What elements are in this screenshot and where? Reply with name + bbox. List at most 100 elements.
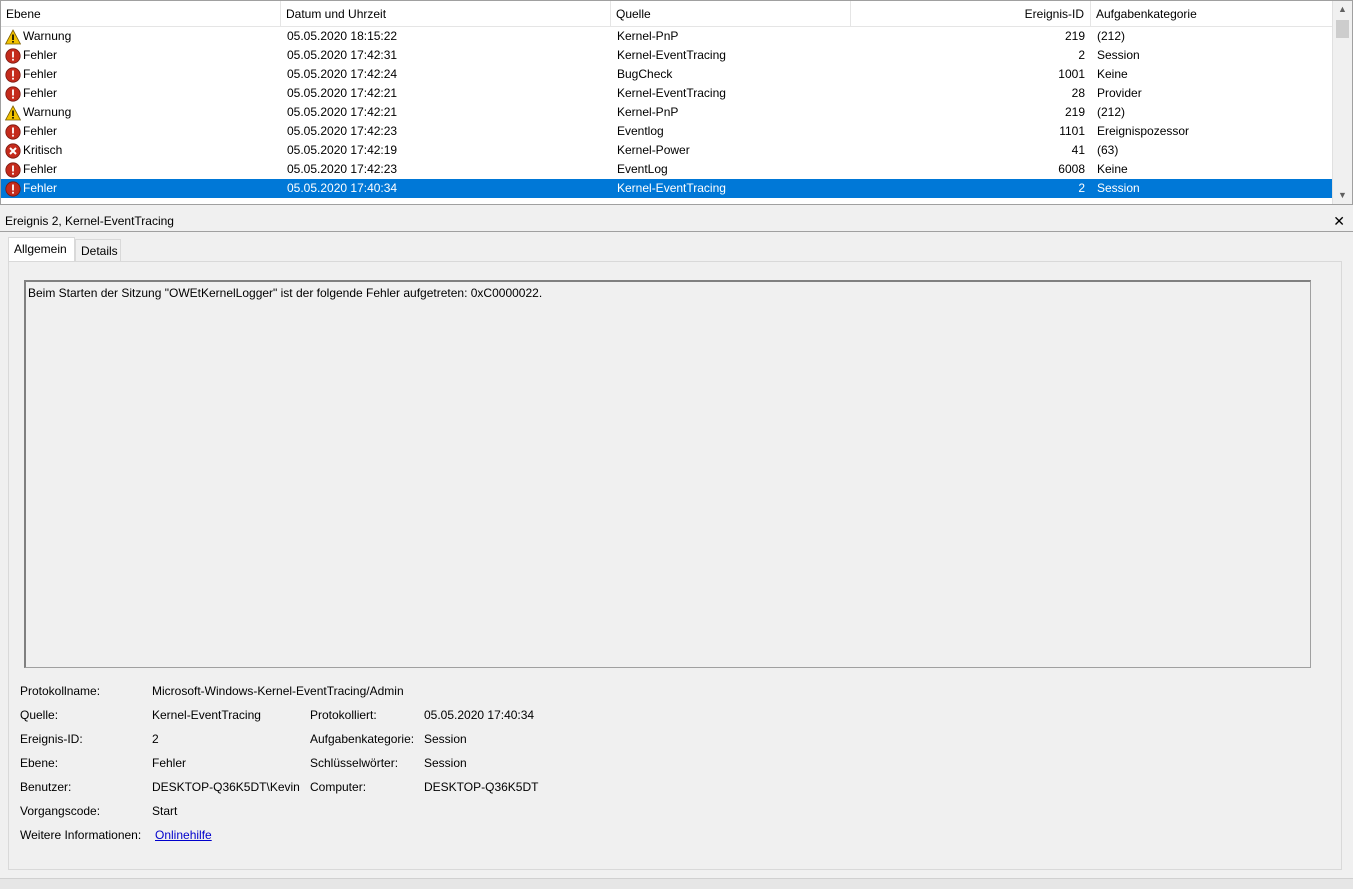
row-level: Fehler — [5, 84, 275, 103]
column-header-date[interactable]: Datum und Uhrzeit — [281, 1, 611, 27]
prop-label-more-info: Weitere Informationen: — [20, 828, 142, 842]
prop-label-keywords: Schlüsselwörter: — [310, 756, 399, 770]
row-level: Warnung — [5, 103, 275, 122]
row-date: 05.05.2020 17:42:31 — [287, 48, 398, 62]
row-category: (212) — [1097, 29, 1126, 43]
row-date: 05.05.2020 17:42:23 — [287, 124, 398, 138]
row-event-id: 28 — [1071, 86, 1085, 100]
list-header: Ebene Datum und Uhrzeit Quelle Ereignis-… — [1, 1, 1334, 27]
row-level-text: Fehler — [23, 162, 58, 176]
row-level-text: Kritisch — [23, 143, 63, 157]
row-category: Session — [1097, 48, 1140, 62]
row-level-text: Fehler — [23, 86, 58, 100]
column-header-category[interactable]: Aufgabenkategorie — [1091, 1, 1334, 27]
row-source: Kernel-EventTracing — [617, 86, 726, 100]
scroll-down-icon[interactable]: ▼ — [1333, 187, 1352, 204]
row-level: Fehler — [5, 65, 275, 84]
prop-source: Kernel-EventTracing — [152, 708, 261, 722]
table-row[interactable]: Fehler 05.05.2020 17:42:23 EventLog 6008 Kei… — [1, 160, 1332, 179]
error-icon — [5, 181, 21, 197]
prop-label-user: Benutzer: — [20, 780, 72, 794]
row-level-text: Warnung — [23, 105, 72, 119]
row-date: 05.05.2020 17:42:24 — [287, 67, 398, 81]
error-icon — [5, 162, 21, 178]
critical-icon — [5, 143, 21, 159]
table-row[interactable]: Fehler 05.05.2020 17:42:23 Eventlog 1101 Ere… — [1, 122, 1332, 141]
row-level-text: Fehler — [23, 124, 58, 138]
table-row[interactable]: Fehler 05.05.2020 17:40:34 Kernel-EventTra… — [1, 179, 1332, 198]
row-level: Kritisch — [5, 141, 275, 160]
row-date: 05.05.2020 17:42:19 — [287, 143, 398, 157]
row-category: Session — [1097, 181, 1140, 195]
error-icon — [5, 48, 21, 64]
prop-label-opcode: Vorgangscode: — [20, 804, 101, 818]
table-row[interactable]: Kritisch 05.05.2020 17:42:19 Kernel-Power 4… — [1, 141, 1332, 160]
prop-task-category: Session — [424, 732, 467, 746]
scroll-up-icon[interactable]: ▲ — [1333, 1, 1352, 18]
prop-level: Fehler — [152, 756, 187, 770]
table-row[interactable]: Warnung 05.05.2020 17:42:21 Kernel-PnP 219 (… — [1, 103, 1332, 122]
event-list[interactable]: Ebene Datum und Uhrzeit Quelle Ereignis-… — [0, 0, 1353, 205]
row-category: Provider — [1097, 86, 1142, 100]
row-level: Fehler — [5, 160, 275, 179]
table-row[interactable]: Fehler 05.05.2020 17:42:31 Kernel-EventTra… — [1, 46, 1332, 65]
prop-label-event-id: Ereignis-ID: — [20, 732, 83, 746]
warning-icon — [5, 29, 22, 45]
row-category: (212) — [1097, 105, 1126, 119]
row-source: Kernel-EventTracing — [617, 181, 726, 195]
column-header-source[interactable]: Quelle — [611, 1, 851, 27]
detail-title: Ereignis 2, Kernel-EventTracing — [5, 214, 174, 228]
prop-label-computer: Computer: — [310, 780, 367, 794]
tab-details[interactable]: Details — [75, 239, 121, 263]
row-level: Warnung — [5, 27, 275, 46]
row-source: Kernel-PnP — [617, 105, 679, 119]
row-level: Fehler — [5, 179, 275, 198]
prop-label-level: Ebene: — [20, 756, 59, 770]
event-message[interactable]: Beim Starten der Sitzung "OWEtKernelLogg… — [24, 280, 1311, 668]
row-event-id: 219 — [1064, 29, 1085, 43]
row-event-id: 2 — [1078, 181, 1085, 195]
row-category: Keine — [1097, 67, 1128, 81]
row-event-id: 1101 — [1059, 124, 1085, 138]
scroll-thumb[interactable] — [1336, 20, 1349, 38]
prop-event-id: 2 — [152, 732, 159, 746]
prop-label-source: Quelle: — [20, 708, 59, 722]
row-source: Kernel-PnP — [617, 29, 679, 43]
row-level: Fehler — [5, 122, 275, 141]
row-level-text: Warnung — [23, 29, 72, 43]
prop-label-log-name: Protokollname: — [20, 684, 101, 698]
row-date: 05.05.2020 17:42:21 — [287, 105, 398, 119]
close-icon[interactable]: ✕ — [1333, 210, 1345, 232]
prop-computer: DESKTOP-Q36K5DT — [424, 780, 539, 794]
table-row[interactable]: Warnung 05.05.2020 18:15:22 Kernel-PnP 219 (… — [1, 27, 1332, 46]
row-source: EventLog — [617, 162, 668, 176]
row-level-text: Fehler — [23, 48, 58, 62]
row-category: Ereignispozessor — [1097, 124, 1190, 138]
row-date: 05.05.2020 17:42:21 — [287, 86, 398, 100]
row-event-id: 41 — [1071, 143, 1085, 157]
event-rows: Warnung 05.05.2020 18:15:22 Kernel-PnP 219 (… — [1, 27, 1332, 198]
column-header-event-id[interactable]: Ereignis-ID — [851, 1, 1091, 27]
prop-user: DESKTOP-Q36K5DT\Kevin — [152, 780, 300, 794]
row-event-id: 219 — [1064, 105, 1085, 119]
warning-icon — [5, 105, 22, 121]
list-scrollbar[interactable]: ▲ ▼ — [1332, 1, 1352, 204]
row-date: 05.05.2020 18:15:22 — [287, 29, 398, 43]
prop-logged: 05.05.2020 17:40:34 — [424, 708, 535, 722]
prop-opcode: Start — [152, 804, 178, 818]
prop-log-name: Microsoft-Windows-Kernel-EventTracing/Ad… — [152, 684, 404, 698]
row-event-id: 6008 — [1058, 162, 1085, 176]
prop-label-logged: Protokolliert: — [310, 708, 377, 722]
error-icon — [5, 67, 21, 83]
row-level-text: Fehler — [23, 181, 58, 195]
status-strip — [0, 878, 1353, 889]
online-help-link[interactable]: Onlinehilfe — [155, 827, 212, 843]
row-source: Kernel-EventTracing — [617, 48, 726, 62]
prop-keywords: Session — [424, 756, 467, 770]
column-header-level[interactable]: Ebene — [1, 1, 281, 27]
error-icon — [5, 124, 21, 140]
tab-allgemein[interactable]: Allgemein — [8, 237, 75, 263]
row-level-text: Fehler — [23, 67, 58, 81]
table-row[interactable]: Fehler 05.05.2020 17:42:21 Kernel-EventTra… — [1, 84, 1332, 103]
table-row[interactable]: Fehler 05.05.2020 17:42:24 BugCheck 1001 Kei… — [1, 65, 1332, 84]
